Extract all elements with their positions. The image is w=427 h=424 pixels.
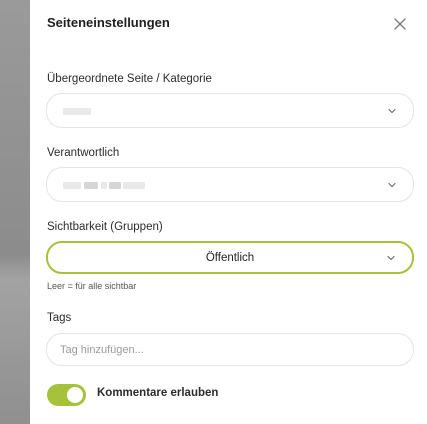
redacted-value bbox=[123, 182, 145, 189]
close-button[interactable] bbox=[391, 15, 409, 33]
redacted-value bbox=[109, 182, 121, 189]
comments-toggle[interactable] bbox=[47, 384, 86, 406]
page-settings-panel: Seiteneinstellungen Übergeordnete Seite … bbox=[30, 0, 427, 424]
redacted-value bbox=[63, 182, 81, 189]
comments-toggle-label: Kommentare erlauben bbox=[97, 387, 219, 399]
chevron-down-icon bbox=[386, 253, 396, 263]
chevron-down-icon bbox=[387, 180, 397, 190]
owner-label: Verantwortlich bbox=[47, 147, 120, 159]
page-backdrop bbox=[0, 0, 30, 424]
visibility-label: Sichtbarkeit (Gruppen) bbox=[47, 221, 163, 233]
chevron-down-icon bbox=[387, 106, 397, 116]
toggle-knob bbox=[67, 387, 83, 403]
tags-label: Tags bbox=[47, 312, 72, 324]
visibility-hint: Leer = für alle sichtbar bbox=[47, 281, 137, 291]
redacted-value bbox=[63, 108, 91, 115]
parent-page-select[interactable] bbox=[46, 93, 414, 128]
close-icon bbox=[394, 18, 406, 30]
redacted-value bbox=[101, 182, 107, 189]
redacted-value bbox=[84, 182, 98, 189]
tags-input[interactable] bbox=[46, 333, 414, 366]
visibility-value: Öffentlich bbox=[205, 251, 255, 264]
parent-page-label: Übergeordnete Seite / Kategorie bbox=[47, 73, 212, 85]
owner-select[interactable] bbox=[46, 167, 414, 202]
panel-title: Seiteneinstellungen bbox=[47, 15, 170, 30]
visibility-select[interactable]: Öffentlich bbox=[46, 241, 414, 274]
